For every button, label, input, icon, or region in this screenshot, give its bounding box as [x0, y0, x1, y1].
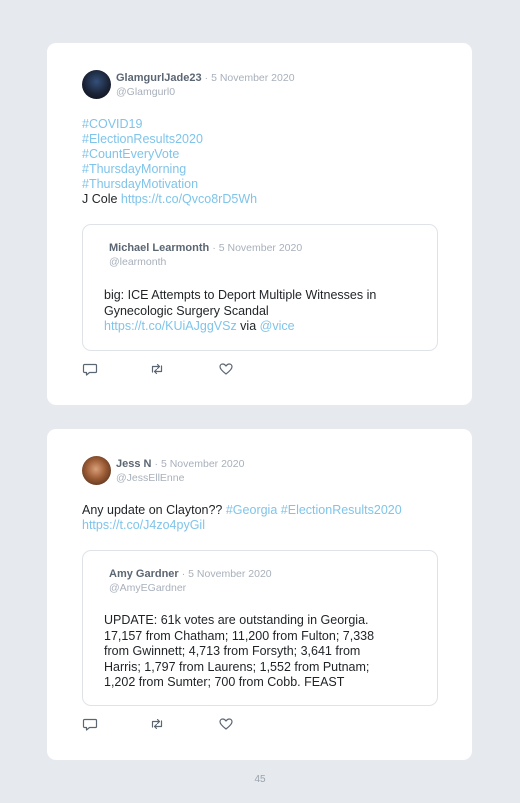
hashtag-link[interactable]: #ThursdayMotivation	[82, 177, 198, 191]
quoted-author-name[interactable]: Amy Gardner	[109, 568, 179, 580]
text-segment: Harris; 1,797 from Laurens; 1,552 from P…	[104, 659, 370, 674]
tweet-actions	[82, 361, 242, 377]
author-name[interactable]: GlamgurlJade23	[116, 72, 202, 84]
text-line: from Gwinnett; 4,713 from Forsyth; 3,641…	[104, 644, 424, 660]
text-segment: Any update on Clayton??	[82, 503, 226, 517]
quoted-author-handle[interactable]: @AmyEGardner	[109, 582, 186, 594]
text-line: https://t.co/J4zo4pyGil	[82, 518, 442, 533]
text-line: Harris; 1,797 from Laurens; 1,552 from P…	[104, 660, 424, 676]
hashtag-link[interactable]: #COVID19	[82, 117, 142, 131]
text-line: J Cole https://t.co/Qvco8rD5Wh	[82, 192, 442, 207]
hashtag-link[interactable]: #ElectionResults2020	[281, 503, 402, 517]
quoted-tweet-text: UPDATE: 61k votes are outstanding in Geo…	[104, 613, 424, 691]
text-line: #ThursdayMorning	[82, 162, 442, 177]
text-segment: 17,157 from Chatham; 11,200 from Fulton;…	[104, 628, 375, 643]
hashtag-link[interactable]: #ElectionResults2020	[82, 132, 203, 146]
reply-icon[interactable]	[82, 716, 98, 732]
avatar[interactable]	[82, 70, 111, 99]
hashtag-link[interactable]: #CountEveryVote	[82, 147, 179, 161]
like-icon[interactable]	[218, 361, 234, 377]
text-line: 1,202 from Sumter; 700 from Cobb. FEAST	[104, 675, 424, 691]
text-line: #COVID19	[82, 117, 442, 132]
text-segment: from Gwinnett; 4,713 from Forsyth; 3,641…	[104, 644, 361, 658]
text-line: 17,157 from Chatham; 11,200 from Fulton;…	[104, 629, 424, 645]
text-line: https://t.co/KUiAJggVSz via @vice	[104, 319, 424, 335]
url-link[interactable]: https://t.co/J4zo4pyGil	[82, 518, 205, 532]
tweet-card: Jess N · 5 November 2020 @JessEllEnne An…	[47, 429, 472, 760]
text-line: big: ICE Attempts to Deport Multiple Wit…	[104, 288, 424, 304]
text-line: Any update on Clayton?? #Georgia #Electi…	[82, 503, 442, 518]
url-link[interactable]: https://t.co/Qvco8rD5Wh	[121, 192, 257, 206]
text-line: #ThursdayMotivation	[82, 177, 442, 192]
text-line: Gynecologic Surgery Scandal	[104, 304, 424, 320]
author-handle[interactable]: @JessEllEnne	[116, 472, 184, 484]
author-name[interactable]: Jess N	[116, 458, 151, 470]
text-segment: Gynecologic Surgery Scandal	[104, 303, 269, 318]
tweet-text: Any update on Clayton?? #Georgia #Electi…	[82, 503, 442, 533]
text-segment: big: ICE Attempts to Deport Multiple Wit…	[104, 288, 377, 302]
text-line: #ElectionResults2020	[82, 132, 442, 147]
author-handle[interactable]: @Glamgurl0	[116, 86, 175, 98]
quoted-tweet-text: big: ICE Attempts to Deport Multiple Wit…	[104, 288, 424, 335]
mention-link[interactable]: @vice	[260, 319, 295, 333]
like-icon[interactable]	[218, 716, 234, 732]
hashtag-link[interactable]: #Georgia	[226, 503, 277, 517]
tweet-date: · 5 November 2020	[154, 458, 245, 470]
quoted-tweet[interactable]: Amy Gardner · 5 November 2020 @AmyEGardn…	[82, 550, 438, 706]
tweet-date: · 5 November 2020	[204, 72, 295, 84]
tweet-text: #COVID19 #ElectionResults2020 #CountEveryV…	[82, 117, 442, 207]
tweet-actions	[82, 716, 242, 732]
retweet-icon[interactable]	[149, 716, 165, 732]
text-line: UPDATE: 61k votes are outstanding in Geo…	[104, 613, 424, 629]
quoted-author-handle[interactable]: @learmonth	[109, 256, 166, 268]
hashtag-link[interactable]: #ThursdayMorning	[82, 162, 186, 176]
reply-icon[interactable]	[82, 361, 98, 377]
text-segment: 1,202 from Sumter; 700 from Cobb. FEAST	[104, 675, 345, 689]
retweet-icon[interactable]	[149, 361, 165, 377]
text-line: #CountEveryVote	[82, 147, 442, 162]
text-segment: UPDATE: 61k votes are outstanding in Geo…	[104, 613, 369, 627]
quoted-tweet-date: · 5 November 2020	[212, 242, 303, 254]
text-segment: via	[236, 319, 260, 333]
tweet-card: GlamgurlJade23 · 5 November 2020 @Glamgu…	[47, 43, 472, 405]
quoted-tweet[interactable]: Michael Learmonth · 5 November 2020 @lea…	[82, 224, 438, 351]
text-segment: J Cole	[82, 192, 121, 206]
url-link[interactable]: https://t.co/KUiAJggVSz	[104, 319, 237, 333]
avatar[interactable]	[82, 456, 111, 485]
quoted-tweet-date: · 5 November 2020	[181, 568, 272, 580]
page-number: 45	[254, 774, 266, 785]
quoted-author-name[interactable]: Michael Learmonth	[109, 242, 209, 254]
